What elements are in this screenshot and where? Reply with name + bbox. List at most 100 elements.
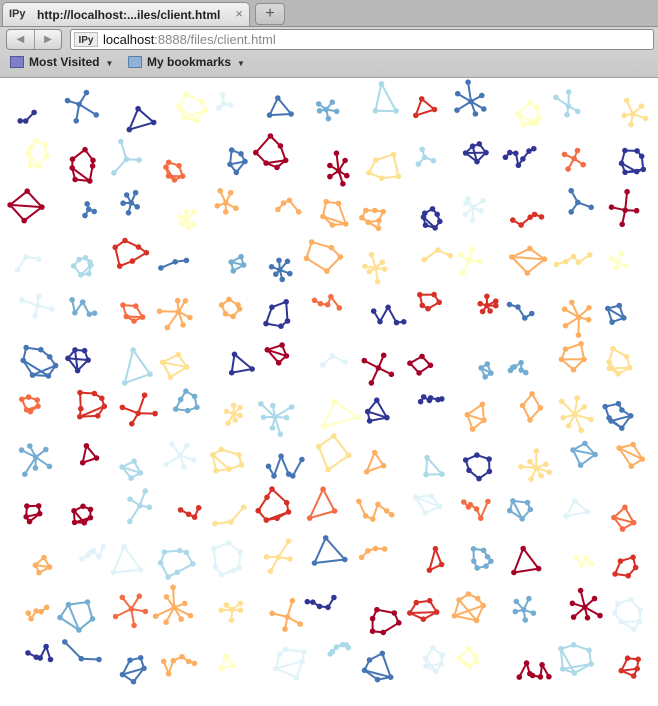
graph-node[interactable] xyxy=(236,564,242,571)
graph-node[interactable] xyxy=(177,547,183,554)
graph-component[interactable] xyxy=(177,505,202,520)
graph-component[interactable] xyxy=(356,498,395,522)
graph-node[interactable] xyxy=(38,346,44,353)
graph-node[interactable] xyxy=(378,81,385,87)
graph-node[interactable] xyxy=(366,657,373,663)
graph-node[interactable] xyxy=(33,608,39,614)
graph-component[interactable] xyxy=(359,207,387,232)
graph-component[interactable] xyxy=(362,251,388,285)
graph-node[interactable] xyxy=(23,344,30,351)
graph-node[interactable] xyxy=(288,404,295,410)
graph-component[interactable] xyxy=(64,89,99,124)
graph-node[interactable] xyxy=(191,660,198,667)
graph-node[interactable] xyxy=(623,97,630,104)
graph-node[interactable] xyxy=(372,108,379,114)
graph-node[interactable] xyxy=(625,573,631,579)
graph-node[interactable] xyxy=(36,569,42,576)
graph-node[interactable] xyxy=(574,395,580,401)
graph-node[interactable] xyxy=(118,138,124,145)
graph-component[interactable] xyxy=(263,538,293,574)
graph-node[interactable] xyxy=(369,628,376,634)
graph-node[interactable] xyxy=(365,219,372,226)
graph-node[interactable] xyxy=(177,452,183,459)
graph-node[interactable] xyxy=(82,212,88,219)
graph-node[interactable] xyxy=(364,408,371,415)
graph-node[interactable] xyxy=(81,347,88,354)
graph-node[interactable] xyxy=(374,397,380,404)
graph-node[interactable] xyxy=(619,526,626,532)
graph-node[interactable] xyxy=(78,655,85,662)
graph-component[interactable] xyxy=(152,584,194,626)
graph-node[interactable] xyxy=(480,547,487,554)
graph-node[interactable] xyxy=(287,270,293,277)
graph-node[interactable] xyxy=(93,455,100,461)
graph-node[interactable] xyxy=(527,506,534,513)
graph-component[interactable] xyxy=(112,593,149,629)
graph-node[interactable] xyxy=(368,251,375,258)
graph-component[interactable] xyxy=(266,95,294,118)
graph-component[interactable] xyxy=(303,239,344,274)
graph-node[interactable] xyxy=(597,612,603,619)
graph-node[interactable] xyxy=(477,300,484,307)
graph-component[interactable] xyxy=(502,145,537,169)
graph-node[interactable] xyxy=(129,258,136,264)
graph-component[interactable] xyxy=(372,81,399,114)
graph-node[interactable] xyxy=(323,106,330,113)
graph-node[interactable] xyxy=(462,211,469,218)
graph-component[interactable] xyxy=(512,595,537,623)
graph-node[interactable] xyxy=(120,200,126,206)
graph-node[interactable] xyxy=(565,423,572,429)
graph-node[interactable] xyxy=(284,318,291,324)
graph-node[interactable] xyxy=(586,252,593,258)
graph-node[interactable] xyxy=(376,217,382,224)
graph-node[interactable] xyxy=(218,665,224,672)
graph-component[interactable] xyxy=(315,99,340,122)
graph-node[interactable] xyxy=(605,305,611,312)
graph-node[interactable] xyxy=(233,169,240,176)
graph-node[interactable] xyxy=(315,101,322,107)
graph-node[interactable] xyxy=(391,610,398,616)
graph-node[interactable] xyxy=(72,310,78,316)
graph-node[interactable] xyxy=(325,466,331,473)
graph-node[interactable] xyxy=(578,562,585,568)
graph-node[interactable] xyxy=(237,404,243,411)
graph-node[interactable] xyxy=(561,151,568,158)
graph-node[interactable] xyxy=(227,102,234,108)
graph-component[interactable] xyxy=(157,547,196,580)
graph-node[interactable] xyxy=(569,600,576,607)
graph-node[interactable] xyxy=(263,554,270,560)
graph-node[interactable] xyxy=(518,359,524,366)
graph-node[interactable] xyxy=(163,164,169,170)
graph-node[interactable] xyxy=(41,554,47,561)
graph-node[interactable] xyxy=(327,173,333,180)
graph-node[interactable] xyxy=(345,452,352,459)
graph-node[interactable] xyxy=(157,560,164,566)
graph-node[interactable] xyxy=(46,564,53,570)
graph-node[interactable] xyxy=(638,153,645,160)
graph-node[interactable] xyxy=(25,394,32,400)
graph-node[interactable] xyxy=(619,221,625,228)
graph-node[interactable] xyxy=(575,259,582,266)
graph-node[interactable] xyxy=(461,660,468,666)
graph-node[interactable] xyxy=(23,407,30,413)
graph-node[interactable] xyxy=(385,304,391,311)
graph-node[interactable] xyxy=(35,163,42,170)
graph-node[interactable] xyxy=(172,259,178,265)
graph-node[interactable] xyxy=(611,514,617,521)
graph-node[interactable] xyxy=(522,617,529,623)
graph-node[interactable] xyxy=(612,571,618,577)
graph-node[interactable] xyxy=(510,217,516,223)
graph-node[interactable] xyxy=(393,319,400,326)
graph-node[interactable] xyxy=(174,569,181,575)
graph-node[interactable] xyxy=(264,347,271,353)
graph-node[interactable] xyxy=(401,319,407,325)
graph-node[interactable] xyxy=(438,561,445,568)
graph-node[interactable] xyxy=(120,302,126,308)
graph-node[interactable] xyxy=(465,196,471,202)
graph-component[interactable] xyxy=(364,397,390,424)
graph-component[interactable] xyxy=(415,146,437,167)
graph-node[interactable] xyxy=(570,614,577,620)
graph-node[interactable] xyxy=(87,178,93,184)
graph-node[interactable] xyxy=(17,118,24,124)
graph-node[interactable] xyxy=(279,342,285,348)
